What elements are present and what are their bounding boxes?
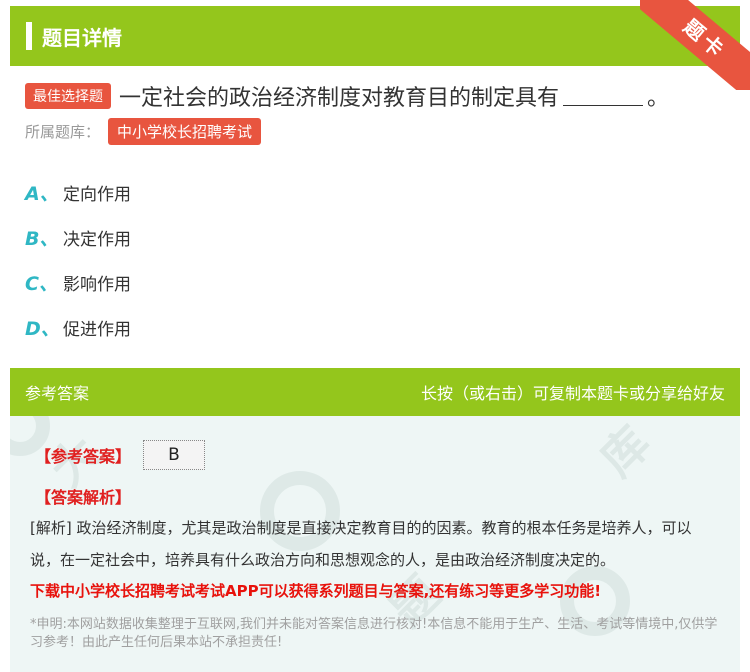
option-text: 定向作用	[63, 185, 131, 205]
option-b[interactable]: B、 决定作用	[25, 215, 131, 260]
option-letter: D、	[25, 318, 60, 340]
option-text: 促进作用	[63, 320, 131, 340]
analysis-label: 【答案解析】	[35, 488, 132, 507]
header-accent-bar	[26, 22, 32, 50]
option-letter: A、	[25, 183, 59, 205]
answer-header: 参考答案 长按（或右击）可复制本题卡或分享给好友	[10, 368, 740, 416]
watermark-glyph-icon: 库	[589, 416, 661, 487]
question-type-tag: 最佳选择题	[25, 83, 111, 109]
library-label: 所属题库：	[25, 123, 101, 141]
option-a[interactable]: A、 定向作用	[25, 170, 131, 215]
option-c[interactable]: C、 影响作用	[25, 260, 131, 305]
answer-header-title: 参考答案	[25, 384, 90, 403]
header-title: 题目详情	[42, 25, 122, 50]
reference-answer-line: 【参考答案】 B	[35, 440, 206, 470]
question-line: 最佳选择题 一定社会的政治经济制度对教育目的制定具有 。	[25, 80, 725, 112]
analysis-text: [解析] 政治经济制度，尤其是政治制度是直接决定教育目的的因素。教育的根本任务是…	[30, 519, 692, 569]
share-hint: 长按（或右击）可复制本题卡或分享给好友	[420, 384, 725, 403]
download-app-link[interactable]: 下载中小学校长招聘考试考试APP可以获得系列题目与答案,还有练习等更多学习功能!	[30, 580, 601, 601]
option-text: 影响作用	[63, 275, 131, 295]
ribbon-corner: 题卡	[640, 0, 750, 90]
question-end: 。	[647, 86, 670, 111]
option-d[interactable]: D、 促进作用	[25, 305, 131, 350]
question-blank	[563, 86, 644, 106]
option-text: 决定作用	[63, 230, 131, 250]
ribbon-label: 题卡	[640, 0, 750, 90]
library-line: 所属题库： 中小学校长招聘考试	[25, 118, 725, 145]
options-list: A、 定向作用 B、 决定作用 C、 影响作用 D、 促进作用	[25, 170, 131, 350]
detail-header: 题目详情	[10, 6, 740, 66]
disclaimer-text: *申明:本网站数据收集整理于互联网,我们并未能对答案信息进行核对!本信息不能用于…	[30, 617, 718, 650]
question-block: 最佳选择题 一定社会的政治经济制度对教育目的制定具有 。 所属题库： 中小学校长…	[25, 80, 725, 145]
option-letter: C、	[25, 273, 58, 295]
option-letter: B、	[25, 228, 59, 250]
answer-value: B	[143, 440, 206, 470]
answer-label: 【参考答案】	[35, 447, 132, 466]
question-text: 一定社会的政治经济制度对教育目的制定具有	[119, 86, 560, 111]
answer-body: 大 库 题 【参考答案】 B 【答案解析】 [解析] 政治经济制度，尤其是政治制…	[10, 416, 740, 672]
library-tag[interactable]: 中小学校长招聘考试	[108, 118, 262, 145]
